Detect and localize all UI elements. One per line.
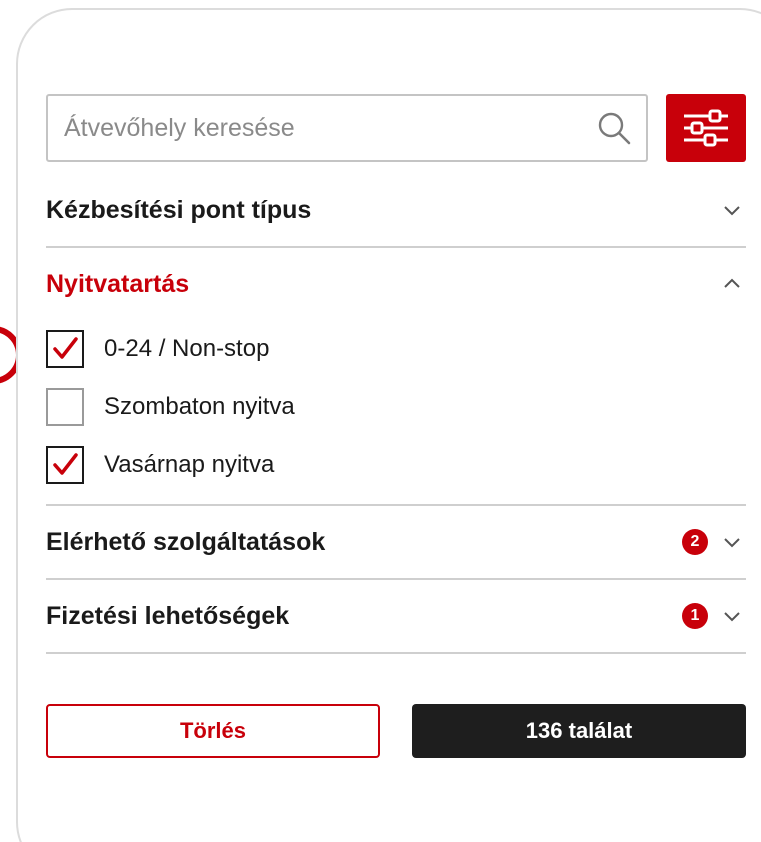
section-right-group: 2 xyxy=(682,529,746,555)
divider xyxy=(46,652,746,654)
chevron-down-icon xyxy=(722,535,742,549)
section-title: Nyitvatartás xyxy=(46,269,190,298)
clear-button[interactable]: Törlés xyxy=(46,704,380,758)
action-buttons: Törlés 136 találat xyxy=(46,704,746,758)
chevron-up-icon xyxy=(722,277,742,291)
chevron-down-icon xyxy=(722,203,742,217)
option-saturday[interactable]: Szombaton nyitva xyxy=(46,378,746,436)
section-opening-hours[interactable]: Nyitvatartás xyxy=(46,248,746,320)
search-row xyxy=(46,94,746,162)
option-sunday[interactable]: Vasárnap nyitva xyxy=(46,436,746,494)
section-delivery-point-type[interactable]: Kézbesítési pont típus xyxy=(46,174,746,246)
count-badge: 2 xyxy=(682,529,708,555)
section-title: Elérhető szolgáltatások xyxy=(46,527,326,556)
search-box[interactable] xyxy=(46,94,648,162)
section-right-group: 1 xyxy=(682,603,746,629)
checkbox-checked[interactable] xyxy=(46,446,84,484)
sliders-icon xyxy=(681,108,731,148)
section-title: Kézbesítési pont típus xyxy=(46,195,312,224)
option-label: Szombaton nyitva xyxy=(104,393,295,420)
chevron-down-icon xyxy=(722,609,742,623)
option-label: 0-24 / Non-stop xyxy=(104,335,270,362)
checkbox-unchecked[interactable] xyxy=(46,388,84,426)
option-label: Vasárnap nyitva xyxy=(104,451,275,478)
show-results-button[interactable]: 136 találat xyxy=(412,704,746,758)
section-title: Fizetési lehetőségek xyxy=(46,601,290,630)
option-nonstop[interactable]: 0-24 / Non-stop xyxy=(46,320,746,378)
section-payment-options[interactable]: Fizetési lehetőségek 1 xyxy=(46,580,746,652)
checkmark-icon xyxy=(53,337,78,359)
section-available-services[interactable]: Elérhető szolgáltatások 2 xyxy=(46,506,746,578)
count-badge: 1 xyxy=(682,603,708,629)
search-input[interactable] xyxy=(64,113,596,143)
opening-hours-options: 0-24 / Non-stop Szombaton nyitva Vasárna… xyxy=(46,320,746,504)
filter-panel: Kézbesítési pont típus Nyitvatartás 0-24… xyxy=(46,94,746,758)
checkbox-checked[interactable] xyxy=(46,330,84,368)
checkmark-icon xyxy=(53,453,78,475)
search-icon[interactable] xyxy=(596,110,632,146)
stage: Kézbesítési pont típus Nyitvatartás 0-24… xyxy=(0,0,761,842)
filter-settings-button[interactable] xyxy=(666,94,746,162)
